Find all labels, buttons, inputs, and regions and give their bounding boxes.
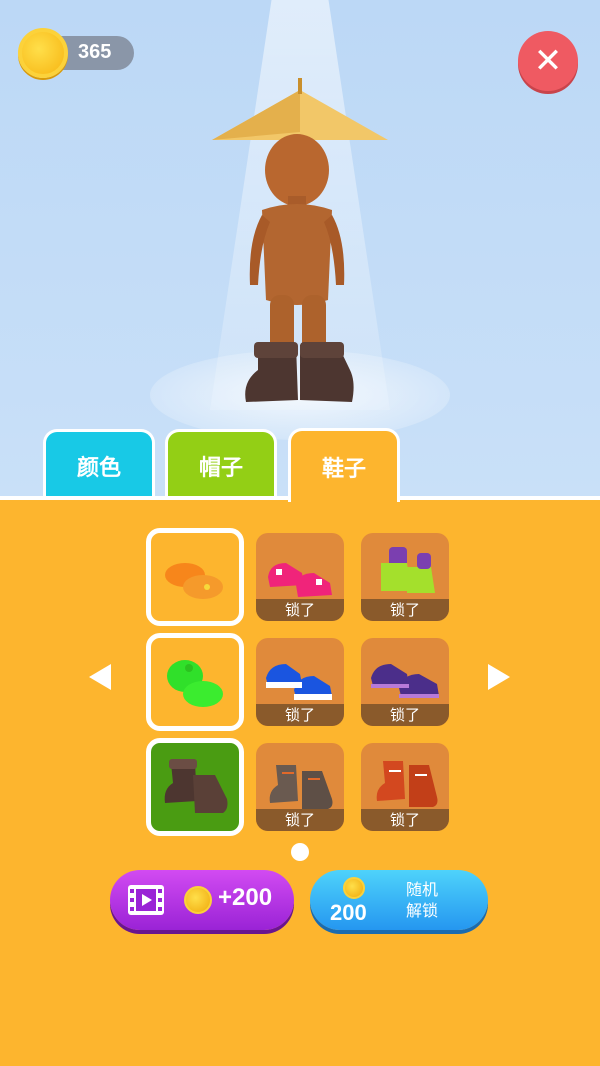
close-icon: ✕ [533, 41, 563, 81]
coin-icon [184, 886, 212, 914]
coin-icon [343, 877, 365, 899]
lock-label: 锁了 [256, 809, 344, 831]
lock-label: 锁了 [361, 704, 449, 726]
gold-coin-icon [18, 28, 68, 78]
green-clogs-icon [167, 660, 223, 707]
shoe-slot-pink-sneakers[interactable]: 锁了 [256, 533, 344, 621]
unlock-price: 200 [330, 900, 367, 925]
shoe-slot-lime-boots[interactable]: 锁了 [361, 533, 449, 621]
tab-shoes[interactable]: 鞋子 [288, 428, 400, 502]
shoe-slot-purple-sneakers[interactable]: 锁了 [361, 638, 449, 726]
brown-boots-icon [164, 759, 228, 813]
random-unlock-label: 随机 解锁 [402, 879, 442, 921]
page-indicator-dot [291, 843, 309, 861]
random-unlock-button[interactable]: 200 随机 解锁 [310, 870, 488, 930]
lock-label: 锁了 [256, 704, 344, 726]
category-tabs: 颜色 帽子 鞋子 [0, 428, 600, 502]
next-page-arrow-icon[interactable] [488, 664, 510, 690]
active-tab-gap [291, 496, 397, 500]
close-button[interactable]: ✕ [518, 31, 578, 91]
tab-hat[interactable]: 帽子 [165, 429, 277, 499]
character-stage: 365 ✕ [0, 0, 600, 498]
lock-label: 锁了 [256, 599, 344, 621]
shoe-slot-green-clogs[interactable] [146, 633, 244, 731]
video-film-icon [128, 885, 164, 915]
random-unlock-label-line1: 随机 [405, 880, 438, 899]
lock-label: 锁了 [361, 809, 449, 831]
shoe-slot-grey-hiking-boots[interactable]: 锁了 [256, 743, 344, 831]
character-preview [212, 78, 388, 402]
coin-count: 365 [78, 41, 112, 63]
reward-amount: +200 [218, 884, 273, 911]
watch-video-reward-button[interactable]: +200 [110, 870, 294, 930]
orange-clogs-icon [165, 563, 223, 599]
shoe-slot-blue-sneakers[interactable]: 锁了 [256, 638, 344, 726]
prev-page-arrow-icon[interactable] [89, 664, 111, 690]
lock-label: 锁了 [361, 599, 449, 621]
shoe-slot-orange-clogs[interactable] [146, 528, 244, 626]
tab-color[interactable]: 颜色 [43, 429, 155, 499]
shoe-slot-red-hiking-boots[interactable]: 锁了 [361, 743, 449, 831]
shoe-slot-brown-boots[interactable] [146, 738, 244, 836]
random-unlock-label-line2: 解锁 [405, 901, 438, 920]
